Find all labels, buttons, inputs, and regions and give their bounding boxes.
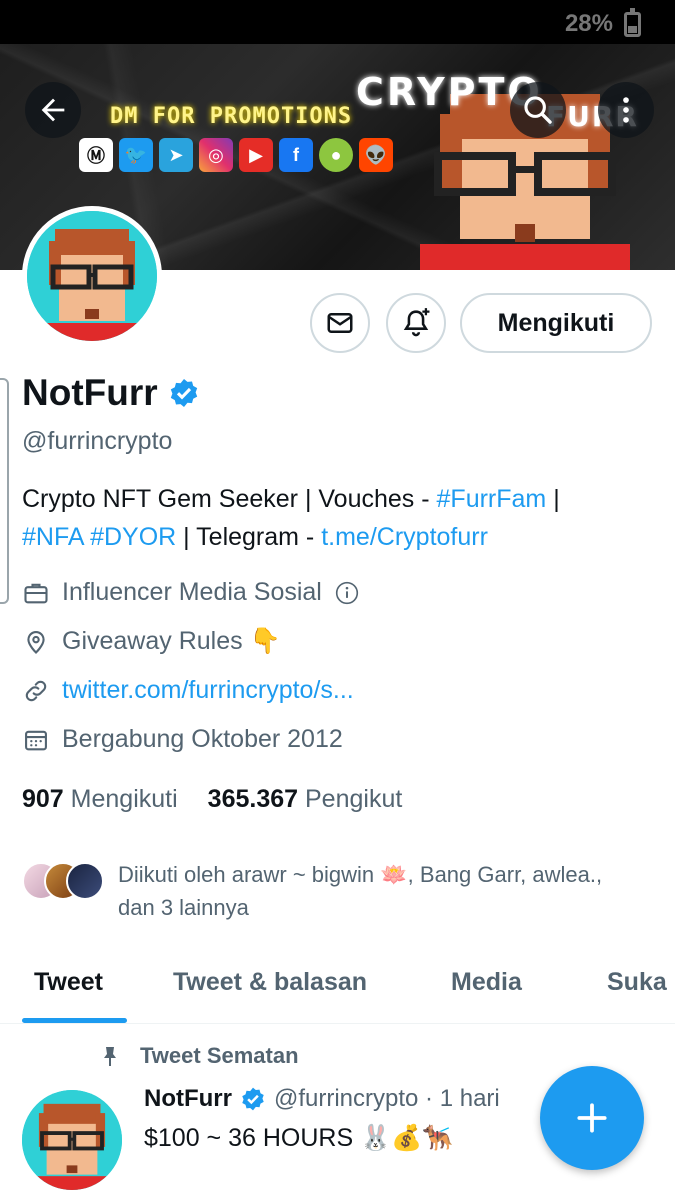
link-icon <box>25 680 47 701</box>
briefcase-icon <box>24 583 48 603</box>
search-button[interactable] <box>510 82 566 138</box>
youtube-icon: ▶ <box>239 138 273 172</box>
following-count: 907 <box>22 785 64 813</box>
plus-icon <box>577 1103 607 1133</box>
profile-stats: 907 Mengikuti 365.367 Pengikut <box>22 785 402 814</box>
location-pin-icon <box>27 630 45 654</box>
profile-bio: Crypto NFT Gem Seeker | Vouches - #FurrF… <box>22 480 652 556</box>
more-vertical-icon <box>623 97 629 123</box>
followed-by-row[interactable]: Diikuti oleh arawr ~ bigwin 🪷, Bang Garr… <box>22 858 618 924</box>
more-options-button[interactable] <box>598 82 654 138</box>
active-tab-indicator <box>22 1018 127 1023</box>
tab-likes[interactable]: Suka <box>607 968 667 997</box>
followers-label: Pengikut <box>305 785 403 813</box>
facebook-icon: f <box>279 138 313 172</box>
profile-category: Influencer Media Sosial <box>22 578 360 607</box>
bio-text: | <box>546 485 560 513</box>
hashtag-link[interactable]: #FurrFam <box>437 485 547 513</box>
follower-avatars <box>22 858 106 904</box>
battery-icon <box>624 8 641 37</box>
followed-by-text: Diikuti oleh arawr ~ bigwin 🪷, Bang Garr… <box>118 862 603 920</box>
search-icon <box>524 96 552 124</box>
tab-tweet[interactable]: Tweet <box>34 968 103 997</box>
instagram-icon: ◎ <box>199 138 233 172</box>
profile-name: NotFurr <box>22 372 158 413</box>
edge-handle[interactable] <box>0 378 9 604</box>
avatar-pixel-art <box>27 211 157 341</box>
followers-stat[interactable]: 365.367 Pengikut <box>208 785 403 814</box>
category-label: Influencer Media Sosial <box>62 578 322 606</box>
banner-promo-text: DM FOR PROMOTIONS <box>110 104 353 129</box>
profile-handle: @furrincrypto <box>22 427 173 455</box>
website-link[interactable]: twitter.com/furrincrypto/s... <box>62 676 354 705</box>
following-label: Mengikuti <box>70 785 178 813</box>
coinmarketcap-icon: Ⓜ <box>79 138 113 172</box>
verified-badge-icon <box>242 1087 264 1111</box>
arrow-left-icon <box>41 98 65 122</box>
location-label: Giveaway Rules 👇 <box>62 627 281 655</box>
pin-icon <box>104 1047 116 1066</box>
avatar-pixel-art <box>22 1090 122 1190</box>
notification-button[interactable] <box>386 293 446 353</box>
tweet-handle-time: @furrincrypto · 1 hari <box>273 1085 500 1112</box>
info-icon[interactable] <box>334 580 360 606</box>
profile-name-row: NotFurr <box>22 372 200 414</box>
status-bar: 28% <box>0 0 675 44</box>
telegram-icon: ➤ <box>159 138 193 172</box>
message-button[interactable] <box>310 293 370 353</box>
profile-joined: Bergabung Oktober 2012 <box>22 725 343 754</box>
bio-text: Crypto NFT Gem Seeker | Vouches - <box>22 485 437 513</box>
profile-tabs: Tweet Tweet & balasan Media Suka <box>0 960 675 1024</box>
tweet-author-avatar[interactable] <box>22 1090 122 1190</box>
hashtag-link[interactable]: #NFA #DYOR <box>22 523 176 551</box>
joined-label: Bergabung Oktober 2012 <box>62 725 343 753</box>
tab-media[interactable]: Media <box>451 968 522 997</box>
compose-tweet-button[interactable] <box>540 1066 644 1170</box>
following-stat[interactable]: 907 Mengikuti <box>22 785 178 814</box>
pinned-label-row: Tweet Sematan <box>98 1043 299 1069</box>
bell-plus-icon <box>403 308 430 337</box>
tab-tweet-replies[interactable]: Tweet & balasan <box>173 968 367 997</box>
calendar-icon <box>25 730 47 750</box>
back-button[interactable] <box>25 82 81 138</box>
twitter-icon: 🐦 <box>119 138 153 172</box>
telegram-link[interactable]: t.me/Cryptofurr <box>321 523 488 551</box>
verified-badge-icon <box>170 379 197 407</box>
pinned-label: Tweet Sematan <box>140 1043 299 1068</box>
tweet-text: $100 ~ 36 HOURS 🐰💰🐕‍🦺 <box>144 1124 454 1152</box>
avatar <box>66 862 104 900</box>
tweet-header: NotFurr @furrincrypto · 1 hari <box>144 1085 500 1113</box>
following-button[interactable]: Mengikuti <box>460 293 652 353</box>
profile-location: Giveaway Rules 👇 <box>22 627 281 656</box>
bio-text: | Telegram - <box>176 523 322 551</box>
profile-website: twitter.com/furrincrypto/s... <box>22 676 354 705</box>
banner-social-icons: Ⓜ 🐦 ➤ ◎ ▶ f ● 👽 <box>79 138 393 172</box>
reddit-icon: 👽 <box>359 138 393 172</box>
envelope-icon <box>327 313 353 333</box>
profile-avatar[interactable] <box>22 206 162 346</box>
battery-percentage: 28% <box>564 10 613 37</box>
tweet-author-name[interactable]: NotFurr <box>144 1085 232 1113</box>
coingecko-icon: ● <box>319 138 353 172</box>
followers-count: 365.367 <box>207 785 299 813</box>
